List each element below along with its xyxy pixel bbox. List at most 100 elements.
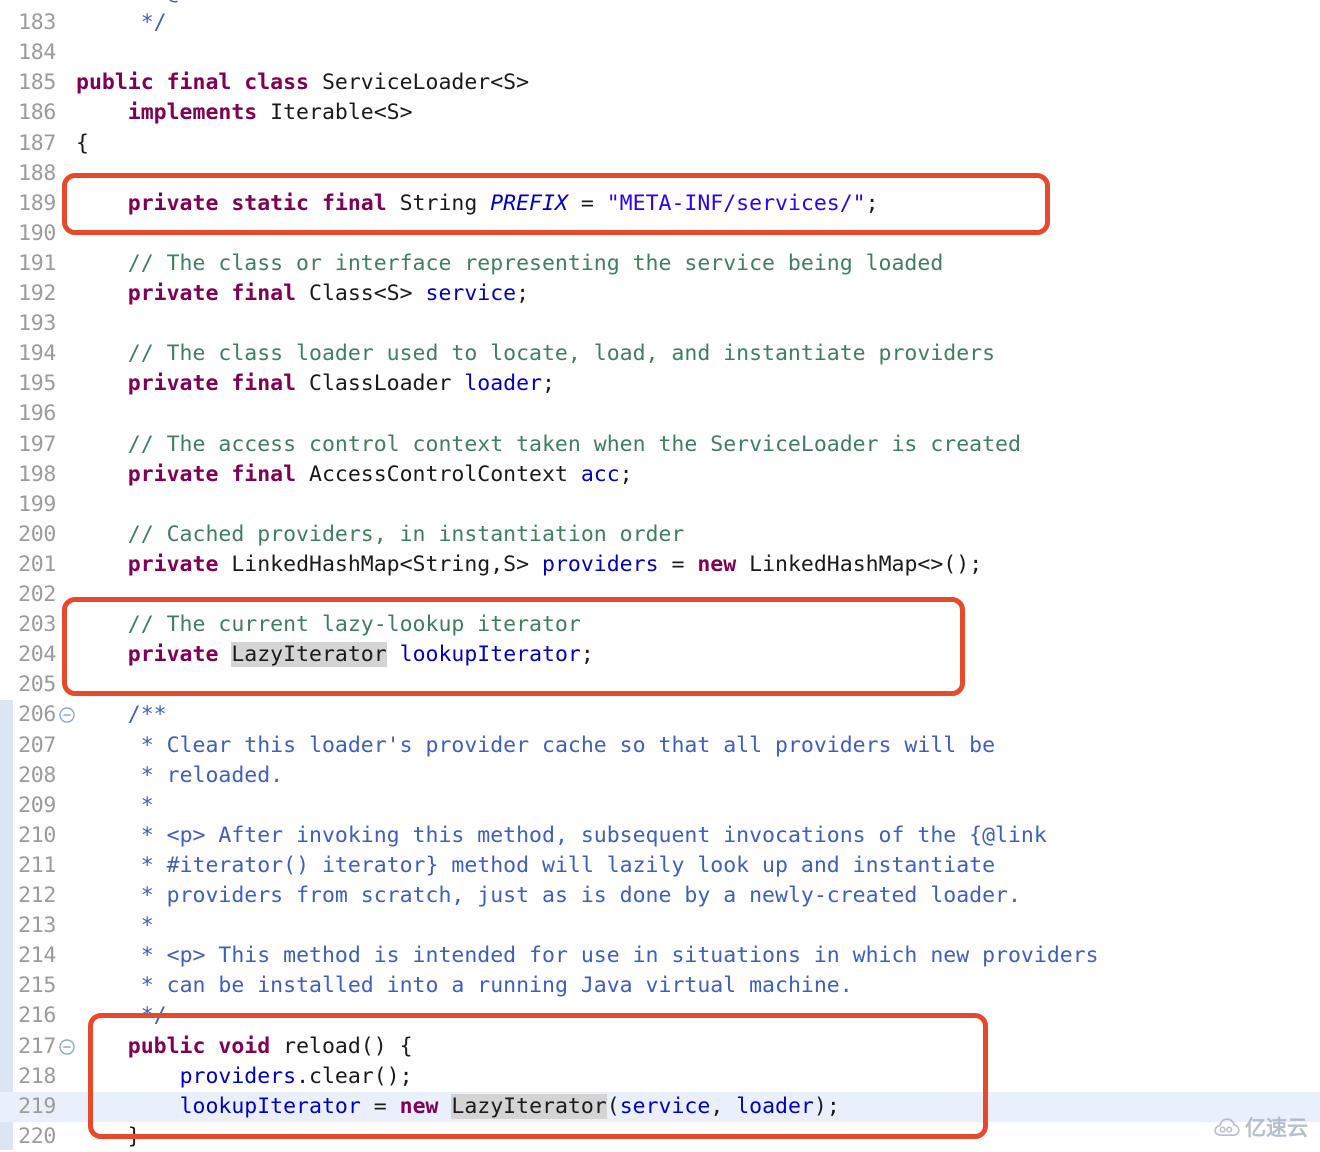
code-text[interactable]: * <p> This method is intended for use in… <box>76 941 1099 971</box>
code-line[interactable]: 204 private LazyIterator lookupIterator; <box>0 640 1320 670</box>
line-number: 207 <box>18 732 56 758</box>
code-line[interactable]: 214 * <p> This method is intended for us… <box>0 941 1320 971</box>
code-editor[interactable]: 182 * @since 1.6183 */184185public final… <box>0 0 1320 1150</box>
code-line[interactable]: 219 lookupIterator = new LazyIterator(se… <box>0 1091 1320 1122</box>
line-number: 216 <box>18 1003 56 1029</box>
code-text[interactable]: private final Class<S> service; <box>76 279 529 309</box>
code-text[interactable]: private LazyIterator lookupIterator; <box>76 640 594 670</box>
code-line[interactable]: 215 * can be installed into a running Ja… <box>0 971 1320 1001</box>
code-line[interactable]: 210 * <p> After invoking this method, su… <box>0 821 1320 851</box>
code-line[interactable]: 193 <box>0 309 1320 339</box>
line-number: 218 <box>18 1063 56 1089</box>
code-text[interactable]: */ <box>76 8 167 38</box>
code-text[interactable]: // The class or interface representing t… <box>76 249 943 279</box>
code-line[interactable]: 191 // The class or interface representi… <box>0 249 1320 279</box>
code-text[interactable]: * <p> After invoking this method, subseq… <box>76 821 1047 851</box>
code-line[interactable]: 200 // Cached providers, in instantiatio… <box>0 520 1320 550</box>
line-number: 213 <box>18 913 56 939</box>
code-text[interactable]: * <box>76 911 154 941</box>
line-number: 220 <box>18 1123 56 1149</box>
code-text[interactable]: { <box>76 129 89 159</box>
code-text[interactable]: // The access control context taken when… <box>76 430 1021 460</box>
line-number: 205 <box>18 672 56 698</box>
code-text[interactable]: */ <box>76 1001 167 1031</box>
code-text[interactable]: private LinkedHashMap<String,S> provider… <box>76 550 982 580</box>
code-text[interactable]: public final class ServiceLoader<S> <box>76 68 529 98</box>
code-text[interactable]: lookupIterator = new LazyIterator(servic… <box>76 1092 840 1122</box>
code-text[interactable]: // The class loader used to locate, load… <box>76 339 995 369</box>
code-text[interactable]: // Cached providers, in instantiation or… <box>76 520 685 550</box>
code-line[interactable]: 206 /** <box>0 700 1320 730</box>
cloud-icon <box>1214 1117 1240 1137</box>
code-text[interactable]: public void reload() { <box>76 1032 413 1062</box>
code-line[interactable]: 194 // The class loader used to locate, … <box>0 339 1320 369</box>
line-number: 203 <box>18 612 56 638</box>
code-text[interactable]: } <box>76 1122 141 1152</box>
watermark: 亿速云 <box>1214 1112 1308 1142</box>
code-text[interactable]: /** <box>76 700 167 730</box>
code-line[interactable]: 186 implements Iterable<S> <box>0 98 1320 128</box>
line-number: 198 <box>18 461 56 487</box>
code-text[interactable]: * <box>76 791 154 821</box>
code-line[interactable]: 208 * reloaded. <box>0 761 1320 791</box>
line-number: 195 <box>18 371 56 397</box>
code-line[interactable]: 220 } <box>0 1122 1320 1152</box>
code-line[interactable]: 182 * @since 1.6 <box>0 0 1320 8</box>
code-line[interactable]: 198 private final AccessControlContext a… <box>0 460 1320 490</box>
line-number: 215 <box>18 973 56 999</box>
line-number: 206 <box>18 702 56 728</box>
line-number: 189 <box>18 190 56 216</box>
code-line[interactable]: 192 private final Class<S> service; <box>0 279 1320 309</box>
code-text[interactable]: * can be installed into a running Java v… <box>76 971 853 1001</box>
code-line[interactable]: 195 private final ClassLoader loader; <box>0 369 1320 399</box>
code-line[interactable]: 199 <box>0 490 1320 520</box>
code-text[interactable]: * #iterator() iterator} method will lazi… <box>76 851 995 881</box>
code-line[interactable]: 211 * #iterator() iterator} method will … <box>0 851 1320 881</box>
line-number: 219 <box>18 1093 56 1119</box>
code-text[interactable]: implements Iterable<S> <box>76 98 413 128</box>
code-line[interactable]: 197 // The access control context taken … <box>0 430 1320 460</box>
code-line[interactable]: 183 */ <box>0 8 1320 38</box>
code-line[interactable]: 196 <box>0 399 1320 429</box>
code-line[interactable]: 217 public void reload() { <box>0 1032 1320 1062</box>
code-text[interactable]: private final ClassLoader loader; <box>76 369 555 399</box>
code-line[interactable]: 205 <box>0 670 1320 700</box>
code-text[interactable]: * Clear this loader's provider cache so … <box>76 731 995 761</box>
code-text[interactable]: private static final String PREFIX = "ME… <box>76 189 879 219</box>
line-number: 188 <box>18 160 56 186</box>
code-text[interactable]: private final AccessControlContext acc; <box>76 460 633 490</box>
line-number: 214 <box>18 943 56 969</box>
code-line[interactable]: 212 * providers from scratch, just as is… <box>0 881 1320 911</box>
code-line[interactable]: 207 * Clear this loader's provider cache… <box>0 731 1320 761</box>
line-number: 204 <box>18 642 56 668</box>
code-line[interactable]: 201 private LinkedHashMap<String,S> prov… <box>0 550 1320 580</box>
code-line[interactable]: 202 <box>0 580 1320 610</box>
line-number: 211 <box>18 852 56 878</box>
code-text[interactable]: * @since 1.6 <box>76 0 296 8</box>
code-line[interactable]: 189 private static final String PREFIX =… <box>0 189 1320 219</box>
code-text[interactable]: // The current lazy-lookup iterator <box>76 610 581 640</box>
code-line[interactable]: 185 public final class ServiceLoader<S> <box>0 68 1320 98</box>
code-line[interactable]: 184 <box>0 38 1320 68</box>
fold-collapse-icon[interactable] <box>58 700 76 730</box>
fold-collapse-icon[interactable] <box>58 1032 76 1062</box>
line-number: 192 <box>18 281 56 306</box>
code-line[interactable]: 187 { <box>0 129 1320 159</box>
line-number: 197 <box>18 431 56 457</box>
code-text[interactable]: * providers from scratch, just as is don… <box>76 881 1021 911</box>
line-number: 187 <box>18 130 56 156</box>
code-line[interactable]: 209 * <box>0 791 1320 821</box>
code-line[interactable]: 190 <box>0 219 1320 249</box>
code-line[interactable]: 213 * <box>0 911 1320 941</box>
line-number: 190 <box>18 220 56 246</box>
line-number: 184 <box>18 40 56 66</box>
code-line[interactable]: 188 <box>0 159 1320 189</box>
code-line[interactable]: 216 */ <box>0 1001 1320 1031</box>
code-text[interactable]: providers.clear(); <box>76 1062 413 1092</box>
code-line[interactable]: 203 // The current lazy-lookup iterator <box>0 610 1320 640</box>
line-number: 208 <box>18 762 56 788</box>
code-text[interactable]: * reloaded. <box>76 761 283 791</box>
code-line[interactable]: 218 providers.clear(); <box>0 1062 1320 1092</box>
line-number: 209 <box>18 792 56 818</box>
line-number: 196 <box>18 401 56 427</box>
